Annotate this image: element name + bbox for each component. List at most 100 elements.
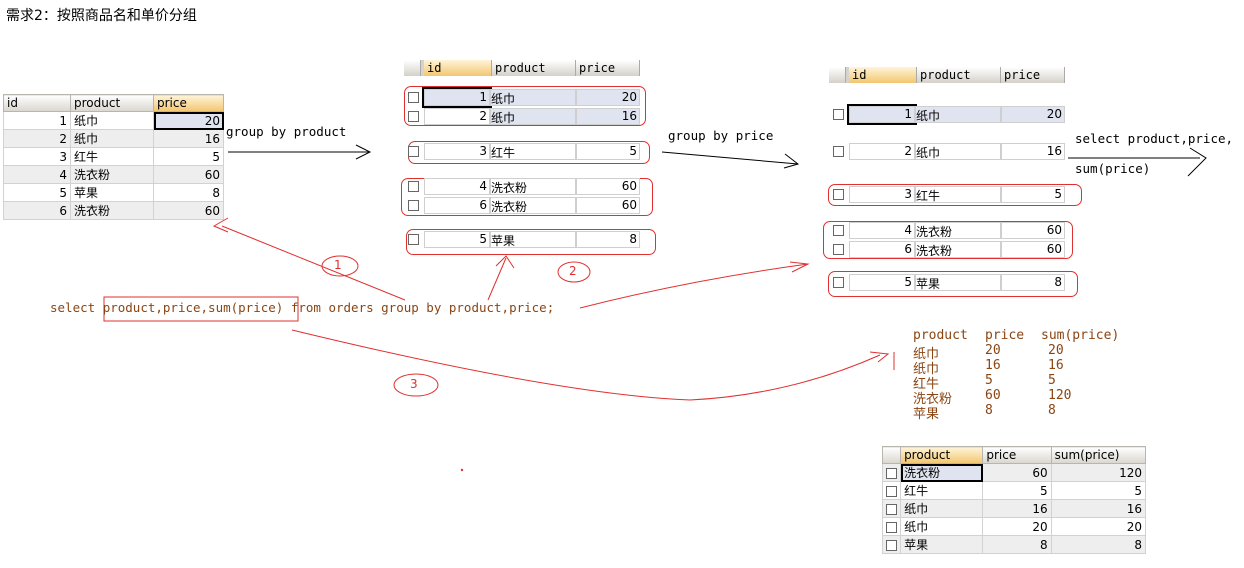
- row-checkbox-icon[interactable]: [833, 189, 844, 200]
- table-row[interactable]: 纸巾 20 20: [881, 517, 1147, 536]
- row-selector[interactable]: [881, 535, 902, 554]
- cell-product[interactable]: 洗衣粉: [490, 197, 576, 214]
- cell-price[interactable]: 16: [1001, 143, 1065, 160]
- cell-product[interactable]: 纸巾: [915, 106, 1001, 123]
- row-selector[interactable]: [881, 481, 902, 500]
- row-checkbox-icon[interactable]: [886, 521, 897, 533]
- cell-sum[interactable]: 16: [1050, 499, 1147, 518]
- list-item[interactable]: 6 洗衣粉 60: [829, 241, 1065, 258]
- list-item[interactable]: 1 纸巾 20: [404, 87, 640, 108]
- row-checkbox-icon[interactable]: [408, 146, 419, 157]
- cell-id[interactable]: 4: [849, 222, 915, 239]
- gp-col-product[interactable]: product: [492, 60, 576, 76]
- row-checkbox-icon[interactable]: [408, 111, 419, 122]
- row-checkbox-icon[interactable]: [833, 225, 844, 236]
- cell-price[interactable]: 20: [1001, 106, 1065, 123]
- cell-price[interactable]: 20: [576, 89, 640, 106]
- list-item[interactable]: 3 红牛 5: [829, 186, 1065, 203]
- cell-id[interactable]: 1: [422, 87, 492, 108]
- row-checkbox-icon[interactable]: [408, 234, 419, 245]
- cell-id[interactable]: 3: [849, 186, 915, 203]
- cell-price[interactable]: 16: [982, 499, 1052, 518]
- cell-id[interactable]: 1: [847, 104, 917, 125]
- cell-product[interactable]: 洗衣粉: [915, 241, 1001, 258]
- cell-product[interactable]: 纸巾: [490, 108, 576, 125]
- cell-id[interactable]: 6: [424, 197, 490, 214]
- cell-price[interactable]: 60: [1001, 222, 1065, 239]
- row-selector[interactable]: [881, 463, 902, 482]
- list-item[interactable]: 4 洗衣粉 60: [404, 178, 640, 195]
- cell-id[interactable]: 5: [424, 231, 490, 248]
- row-checkbox-icon[interactable]: [886, 485, 897, 497]
- list-item[interactable]: 2 纸巾 16: [829, 143, 1065, 160]
- list-item[interactable]: 2 纸巾 16: [404, 108, 640, 125]
- list-item[interactable]: 4 洗衣粉 60: [829, 222, 1065, 239]
- cell-product[interactable]: 纸巾: [900, 517, 984, 536]
- list-item[interactable]: 5 苹果 8: [829, 274, 1065, 291]
- cell-product[interactable]: 洗衣粉: [490, 178, 576, 195]
- list-item[interactable]: 5 苹果 8: [404, 231, 640, 248]
- row-selector[interactable]: [881, 499, 902, 518]
- cell-product[interactable]: 洗衣粉: [915, 222, 1001, 239]
- cell-sum[interactable]: 5: [1050, 481, 1147, 500]
- row-checkbox-icon[interactable]: [833, 109, 844, 120]
- table-row[interactable]: 纸巾 16 16: [881, 499, 1147, 518]
- cell-product[interactable]: 苹果: [900, 535, 984, 554]
- cell-product[interactable]: 洗衣粉: [900, 463, 984, 482]
- row-checkbox-icon[interactable]: [886, 503, 897, 515]
- list-item[interactable]: 1 纸巾 20: [829, 104, 1065, 125]
- table-row[interactable]: 苹果 8 8: [881, 535, 1147, 554]
- row-checkbox-icon[interactable]: [408, 181, 419, 192]
- row-checkbox-icon[interactable]: [886, 467, 897, 479]
- cell-sum[interactable]: 20: [1050, 517, 1147, 536]
- cell-price[interactable]: 8: [982, 535, 1052, 554]
- gp-col-price[interactable]: price: [576, 60, 640, 76]
- gpr-col-price[interactable]: price: [1001, 67, 1065, 83]
- row-checkbox-icon[interactable]: [833, 244, 844, 255]
- cell-product[interactable]: 红牛: [900, 481, 984, 500]
- cell-product[interactable]: 纸巾: [490, 89, 576, 106]
- cell-price[interactable]: 8: [576, 231, 640, 248]
- result-col-price[interactable]: price: [982, 446, 1052, 464]
- label-select-product-price: select product,price,: [1075, 131, 1234, 146]
- cell-id[interactable]: 2: [424, 108, 490, 125]
- cell-product[interactable]: 红牛: [490, 143, 576, 160]
- cell-price[interactable]: 8: [1001, 274, 1065, 291]
- row-checkbox-icon[interactable]: [833, 277, 844, 288]
- cell-price[interactable]: 16: [576, 108, 640, 125]
- list-item[interactable]: 6 洗衣粉 60: [404, 197, 640, 214]
- result-col-sum[interactable]: sum(price): [1050, 446, 1147, 464]
- cell-id[interactable]: 5: [849, 274, 915, 291]
- cell-price[interactable]: 60: [982, 463, 1052, 482]
- cell-id[interactable]: 6: [849, 241, 915, 258]
- cell-price[interactable]: 60: [576, 197, 640, 214]
- row-selector[interactable]: [881, 517, 902, 536]
- gpr-col-product[interactable]: product: [917, 67, 1001, 83]
- row-checkbox-icon[interactable]: [408, 92, 419, 103]
- result-col-product[interactable]: product: [900, 446, 984, 464]
- cell-id[interactable]: 3: [424, 143, 490, 160]
- row-checkbox-icon[interactable]: [833, 146, 844, 157]
- cell-product[interactable]: 红牛: [915, 186, 1001, 203]
- gpr-col-id[interactable]: id: [849, 67, 917, 83]
- cell-price[interactable]: 20: [982, 517, 1052, 536]
- cell-sum[interactable]: 120: [1050, 463, 1147, 482]
- cell-price[interactable]: 60: [576, 178, 640, 195]
- cell-sum[interactable]: 8: [1050, 535, 1147, 554]
- gp-col-id[interactable]: id: [424, 60, 492, 76]
- cell-id[interactable]: 4: [424, 178, 490, 195]
- cell-product[interactable]: 纸巾: [900, 499, 984, 518]
- cell-product[interactable]: 纸巾: [915, 143, 1001, 160]
- cell-product[interactable]: 苹果: [915, 274, 1001, 291]
- cell-price[interactable]: 5: [576, 143, 640, 160]
- cell-price[interactable]: 60: [1001, 241, 1065, 258]
- cell-price[interactable]: 5: [982, 481, 1052, 500]
- list-item[interactable]: 3 红牛 5: [404, 143, 640, 160]
- cell-product[interactable]: 苹果: [490, 231, 576, 248]
- table-row[interactable]: 红牛 5 5: [881, 481, 1147, 500]
- table-row[interactable]: 洗衣粉 60 120: [881, 463, 1147, 482]
- row-checkbox-icon[interactable]: [886, 539, 897, 551]
- cell-id[interactable]: 2: [849, 143, 915, 160]
- row-checkbox-icon[interactable]: [408, 200, 419, 211]
- cell-price[interactable]: 5: [1001, 186, 1065, 203]
